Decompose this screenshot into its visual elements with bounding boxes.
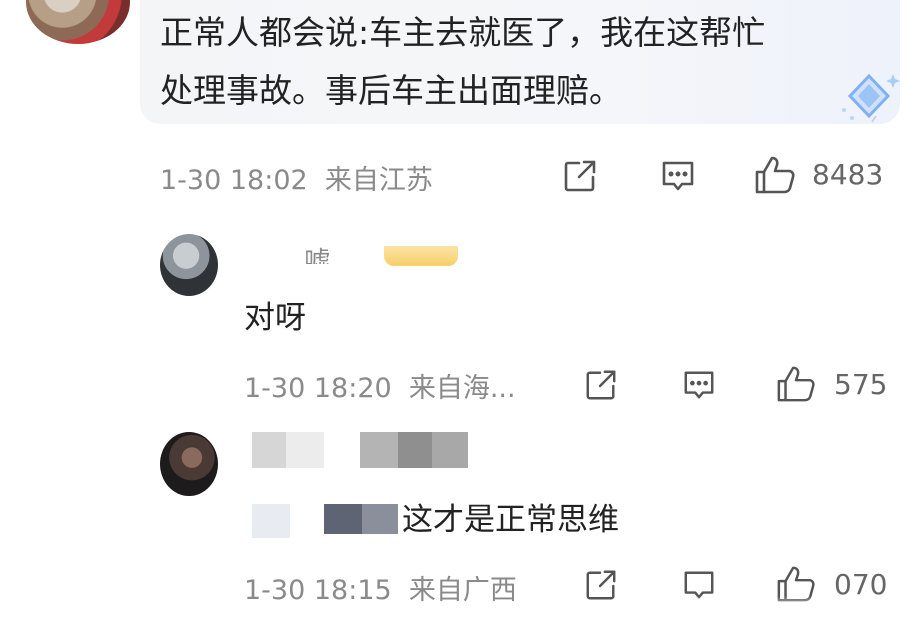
share-icon[interactable] bbox=[584, 568, 618, 602]
comment-timestamp: 1-30 18:02 bbox=[160, 165, 308, 196]
reply-location: 来自广西 bbox=[408, 575, 517, 606]
redacted-username bbox=[432, 432, 468, 468]
comment-icon[interactable] bbox=[660, 158, 696, 194]
redacted-username bbox=[286, 432, 324, 468]
comment-location: 来自江苏 bbox=[324, 165, 433, 196]
like-count: 8483 bbox=[812, 158, 884, 191]
reply-text: 对呀 bbox=[244, 300, 306, 336]
diamond-badge-icon bbox=[838, 70, 900, 126]
reply-timestamp: 1-30 18:15 bbox=[244, 575, 392, 606]
watermark-fade bbox=[640, 596, 916, 624]
redacted-mention bbox=[324, 504, 362, 534]
comment-meta: 1-30 18:02 来自江苏 bbox=[160, 158, 433, 197]
reply-timestamp: 1-30 18:20 bbox=[244, 373, 392, 404]
redacted-username bbox=[398, 432, 432, 468]
comment-text-line-2: 处理事故。事后车主出面理赔。 bbox=[160, 71, 622, 110]
redacted-username bbox=[360, 432, 398, 468]
reply-meta: 1-30 18:20 来自海... bbox=[244, 366, 516, 405]
reply-avatar[interactable] bbox=[160, 432, 218, 496]
like-count: 575 bbox=[834, 368, 888, 401]
share-icon[interactable] bbox=[562, 158, 598, 194]
reply-avatar[interactable] bbox=[160, 234, 218, 296]
comment-text: 正常人都会说:车主去就医了，我在这帮忙 处理事故。事后车主出面理赔。 bbox=[160, 4, 880, 120]
reply-meta: 1-30 18:15 来自广西 bbox=[244, 568, 517, 607]
user-badge bbox=[384, 246, 458, 266]
redacted-mention bbox=[362, 504, 398, 534]
comment-text-line-1: 正常人都会说:车主去就医了，我在这帮忙 bbox=[160, 13, 766, 52]
redacted-mention bbox=[252, 504, 290, 538]
thumbs-up-icon[interactable] bbox=[754, 154, 796, 196]
share-icon[interactable] bbox=[584, 368, 618, 402]
redacted-username bbox=[252, 432, 286, 468]
reply-location: 来自海... bbox=[408, 373, 516, 404]
reply-username[interactable]: … …嘘 bbox=[244, 242, 384, 264]
comment-icon[interactable] bbox=[682, 368, 716, 402]
commenter-avatar[interactable] bbox=[26, 0, 130, 44]
thumbs-up-icon[interactable] bbox=[776, 364, 816, 404]
reply-text: 这才是正常思维 bbox=[402, 502, 619, 538]
